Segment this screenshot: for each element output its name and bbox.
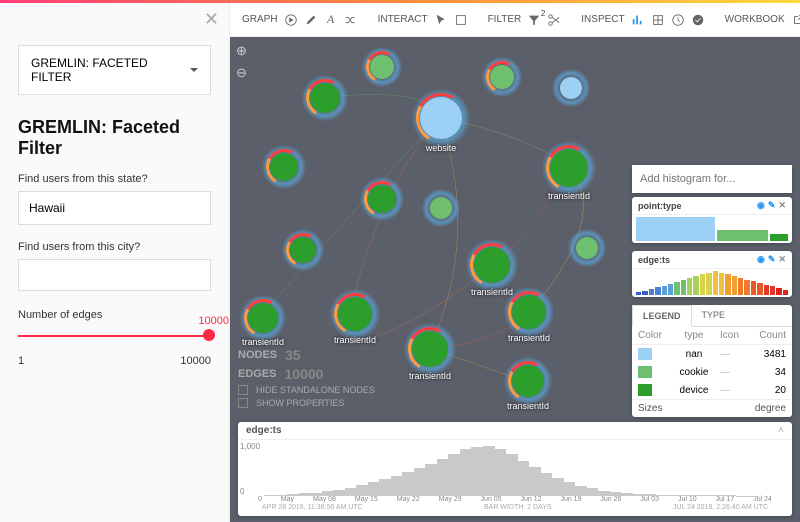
template-selector[interactable]: GREMLIN: FACETED FILTER xyxy=(18,45,211,95)
eye-icon[interactable]: ◉ xyxy=(757,200,765,211)
chevron-down-icon xyxy=(190,68,198,76)
eye-icon[interactable]: ◉ xyxy=(757,254,765,265)
mini-hist-point-type[interactable]: point:type ◉✎✕ xyxy=(632,197,792,243)
tab-type[interactable]: TYPE xyxy=(692,305,736,326)
hist-bar-width: BAR WIDTH: 2 DAYS xyxy=(484,504,552,511)
funnel-icon[interactable]: 2 xyxy=(527,13,541,27)
toolbar-interact-label: INTERACT xyxy=(378,14,428,25)
graph-node[interactable]: website xyxy=(420,97,462,139)
mini-hist-title: edge:ts xyxy=(638,255,670,265)
barchart-icon[interactable] xyxy=(631,13,645,27)
graph-node[interactable] xyxy=(290,237,316,263)
text-icon[interactable]: A xyxy=(324,13,338,27)
edges-label: Number of edges xyxy=(18,309,211,321)
close-icon[interactable]: ✕ xyxy=(204,9,219,30)
main-area: GRAPH A INTERACT FILTER 2 INSPECT xyxy=(230,3,800,522)
slider-thumb[interactable] xyxy=(203,329,215,341)
scissors-icon[interactable] xyxy=(547,13,561,27)
toolbar-workbook-label: WORKBOOK xyxy=(725,14,785,25)
close-icon[interactable]: ✕ xyxy=(778,254,786,265)
graph-node[interactable]: transientId xyxy=(474,247,510,283)
graph-node[interactable] xyxy=(430,197,452,219)
external-link-icon[interactable] xyxy=(791,13,800,27)
y-tick: 1,000 xyxy=(240,442,260,451)
graph-node[interactable]: transientId xyxy=(412,331,448,367)
brush-icon[interactable] xyxy=(304,13,318,27)
graph-node[interactable]: transientId xyxy=(512,295,546,329)
edit-icon[interactable]: ✎ xyxy=(768,200,776,211)
page-title: GREMLIN: Faceted Filter xyxy=(18,117,211,159)
edit-icon[interactable]: ✎ xyxy=(768,254,776,265)
city-input[interactable] xyxy=(18,259,211,291)
graph-node[interactable]: transientId xyxy=(338,297,372,331)
legend-row[interactable]: cookie—34 xyxy=(632,363,792,381)
graph-node[interactable] xyxy=(368,185,396,213)
hist-range-end: JUL 24 2016, 2:26:40 AM UTC xyxy=(673,504,768,511)
mini-hist-title: point:type xyxy=(638,201,682,211)
graph-node[interactable] xyxy=(576,237,598,259)
legend-panel: LEGEND TYPE ColortypeIconCount nan—3481c… xyxy=(632,305,792,417)
edges-slider[interactable]: 10000 xyxy=(18,327,211,345)
graph-node[interactable]: transientId xyxy=(512,365,544,397)
hide-standalone-toggle[interactable]: HIDE STANDALONE NODES xyxy=(238,385,375,395)
sidebar-panel: ✕ GREMLIN: FACETED FILTER GREMLIN: Facet… xyxy=(0,3,230,522)
cursor-icon[interactable] xyxy=(434,13,448,27)
graph-node[interactable] xyxy=(560,77,582,99)
play-icon[interactable] xyxy=(284,13,298,27)
histogram-add-panel xyxy=(632,165,792,193)
check-circle-icon[interactable] xyxy=(691,13,705,27)
graph-node[interactable] xyxy=(490,65,514,89)
mini-hist-edge-ts[interactable]: edge:ts ◉✎✕ xyxy=(632,251,792,297)
state-label: Find users from this state? xyxy=(18,173,211,185)
graph-node[interactable] xyxy=(270,153,298,181)
legend-row[interactable]: device—20 xyxy=(632,381,792,399)
graph-node[interactable]: transientId xyxy=(550,149,588,187)
grid-icon[interactable] xyxy=(651,13,665,27)
collapse-icon[interactable]: ˄ xyxy=(778,425,784,436)
state-value: Hawaii xyxy=(29,201,65,215)
histogram-search-input[interactable] xyxy=(632,165,792,193)
graph-node[interactable] xyxy=(370,55,394,79)
toolbar-inspect-label: INSPECT xyxy=(581,14,624,25)
toolbar-graph-label: GRAPH xyxy=(242,14,278,25)
slider-min: 1 xyxy=(18,355,24,367)
close-icon[interactable]: ✕ xyxy=(778,200,786,211)
histogram-panel: edge:ts ˄ 1,000 0 0MayMay 08May 15May 22… xyxy=(238,422,792,516)
hist-range-start: APR 28 2016, 11:38:56 AM UTC xyxy=(262,504,363,511)
square-icon[interactable] xyxy=(454,13,468,27)
graph-node[interactable] xyxy=(310,83,340,113)
show-properties-toggle[interactable]: SHOW PROPERTIES xyxy=(238,398,375,408)
state-dropdown[interactable]: Hawaii xyxy=(18,191,211,225)
tab-legend[interactable]: LEGEND xyxy=(632,305,692,327)
clock-icon[interactable] xyxy=(671,13,685,27)
slider-max-label: 10000 xyxy=(180,355,211,367)
histogram-title: edge:ts xyxy=(246,425,282,436)
template-selector-label: GREMLIN: FACETED FILTER xyxy=(31,56,190,84)
toolbar-filter-label: FILTER xyxy=(488,14,522,25)
slider-value: 10000 xyxy=(198,315,229,327)
graph-stats: NODES35 EDGES10000 HIDE STANDALONE NODES… xyxy=(238,347,375,411)
y-tick: 0 xyxy=(240,487,244,496)
city-label: Find users from this city? xyxy=(18,241,211,253)
graph-node[interactable]: transientId xyxy=(248,303,278,333)
legend-row[interactable]: nan—3481 xyxy=(632,345,792,363)
shuffle-icon[interactable] xyxy=(344,13,358,27)
toolbar: GRAPH A INTERACT FILTER 2 INSPECT xyxy=(230,3,800,37)
graph-canvas[interactable]: ⊕ ⊖ website transientId transientId tran… xyxy=(230,37,800,522)
